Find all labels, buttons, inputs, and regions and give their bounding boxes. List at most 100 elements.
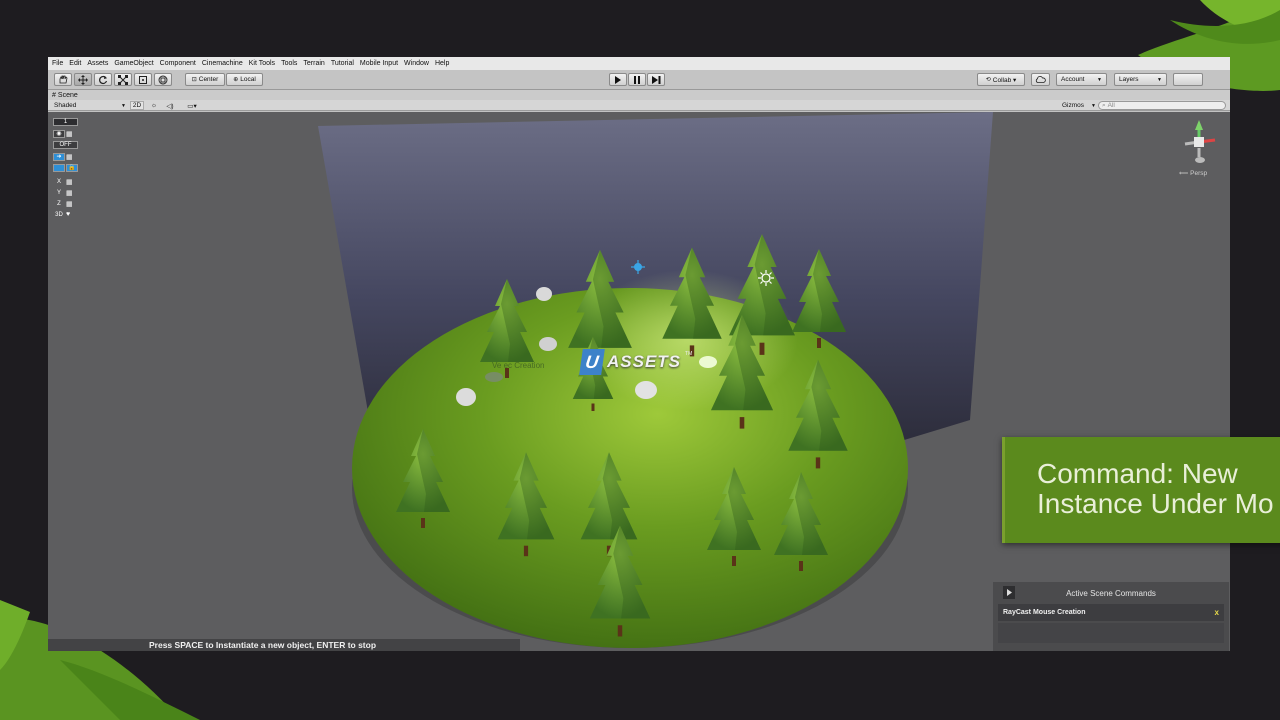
close-command-button[interactable]: x <box>1215 608 1219 617</box>
lighting-toggle[interactable]: ☼ <box>148 101 160 110</box>
logo-u-badge: U <box>579 349 605 375</box>
axis-x-toggle[interactable]: X ▦ <box>53 177 79 186</box>
account-label: Account <box>1061 76 1085 83</box>
persp-text: Persp <box>1190 170 1208 177</box>
menu-mobile-input[interactable]: Mobile Input <box>360 60 398 67</box>
search-placeholder: All <box>1107 102 1115 109</box>
axis-z-toggle[interactable]: Z ▦ <box>53 199 79 208</box>
eye-icon: ◉ <box>53 129 65 138</box>
menu-window[interactable]: Window <box>404 60 429 67</box>
caption-text: Command: New Instance Under Mo <box>1037 459 1274 519</box>
globe-icon: ⊕ <box>233 77 239 83</box>
collab-label: Collab ▾ <box>992 76 1017 84</box>
status-message: Press SPACE to Instantiate a new object,… <box>149 640 377 650</box>
scene-search-input[interactable]: ⌕ All <box>1098 101 1226 110</box>
chevron-down-icon: ▼ <box>1157 76 1162 83</box>
axis-z-label: Z <box>57 200 61 207</box>
command-row[interactable]: RayCast Mouse Creation x <box>998 604 1224 621</box>
rect-icon <box>139 75 147 84</box>
layout-dropdown[interactable] <box>1173 73 1203 86</box>
rotate-icon <box>99 75 108 84</box>
pause-button[interactable] <box>628 73 646 86</box>
collab-dropdown[interactable]: ⟲ Collab ▾ <box>977 73 1025 86</box>
arrow-toggle[interactable]: ➜ ▦ <box>53 152 79 161</box>
pivot-center-button[interactable]: ⊡ Center <box>185 73 225 86</box>
logo-word: ASSETS <box>607 352 682 371</box>
play-button[interactable] <box>609 73 627 86</box>
menu-kit-tools[interactable]: Kit Tools <box>249 60 275 67</box>
layers-label: Layers <box>1119 76 1139 83</box>
scene-tab-bar: # Scene <box>48 90 1230 100</box>
scale-icon <box>118 74 128 85</box>
grid-icon: ▦ <box>66 200 73 208</box>
off-toggle[interactable]: OFF <box>53 140 79 149</box>
transform-tool-button[interactable] <box>154 73 172 86</box>
axis-x-label: X <box>56 178 61 185</box>
menu-cinemachine[interactable]: Cinemachine <box>202 60 243 67</box>
persp-arrow-icon: ⟸ <box>1179 170 1189 177</box>
menu-tools[interactable]: Tools <box>281 60 297 67</box>
command-panel-title: Active Scene Commands <box>1066 588 1156 598</box>
transform-icon <box>158 75 168 84</box>
step-button[interactable] <box>647 73 665 86</box>
visibility-toggle[interactable]: ◉ ▦ <box>53 129 79 138</box>
lock-icon: 🔒 <box>66 163 78 172</box>
3d-toggle[interactable]: 3D ♥ <box>53 210 79 219</box>
menu-edit[interactable]: Edit <box>69 60 81 67</box>
gizmos-dropdown[interactable]: Gizmos ▼ <box>1062 101 1096 110</box>
menu-help[interactable]: Help <box>435 60 449 67</box>
u-assets-logo: U ASSETS TM <box>579 349 693 375</box>
pivot-space-button[interactable]: ⊕ Local <box>226 73 263 86</box>
menu-bar: File Edit Assets GameObject Component Ci… <box>48 57 1230 70</box>
shading-mode-dropdown[interactable]: Shaded ▼ <box>54 101 126 110</box>
scene-tab-label: Scene <box>57 91 78 99</box>
persp-label[interactable]: ⟸ Persp <box>1179 169 1207 177</box>
move-tool-button[interactable] <box>74 73 92 86</box>
chevron-down-icon: ▼ <box>1091 102 1096 109</box>
active-scene-commands-panel: Active Scene Commands RayCast Mouse Crea… <box>993 582 1229 651</box>
orientation-gizmo-icon[interactable] <box>1184 120 1216 163</box>
logo-trademark: TM <box>685 351 693 357</box>
audio-toggle[interactable]: ◁) <box>164 101 176 110</box>
2d-toggle[interactable]: 2D <box>130 101 144 110</box>
caption-banner: Command: New Instance Under Mo <box>1002 437 1280 543</box>
axis-y-toggle[interactable]: Y ▦ <box>53 188 79 197</box>
search-icon: ⌕ <box>1102 101 1106 109</box>
menu-assets[interactable]: Assets <box>87 60 108 67</box>
menu-gameobject[interactable]: GameObject <box>114 60 153 67</box>
shading-mode-label: Shaded <box>54 102 77 109</box>
video-frame: File Edit Assets GameObject Component Ci… <box>0 0 1280 720</box>
arrow-right-icon: ➜ <box>53 152 65 161</box>
scene-viewport[interactable]: 🔒 U ASSETS TM Ve ec Creation 1 ◉ ▦ OFF <box>48 112 1230 651</box>
grid-icon: ▦ <box>66 178 73 186</box>
hand-icon <box>59 75 68 84</box>
pivot-label: Center <box>198 76 219 83</box>
command-panel-icon <box>1003 586 1015 599</box>
off-label: OFF <box>59 141 72 148</box>
main-toolbar: ⊡ Center ⊕ Local ⟲ Collab ▾ Account ▼ La… <box>48 70 1230 90</box>
scene-grid-icon: # <box>52 91 56 99</box>
command-name: RayCast Mouse Creation <box>1003 609 1086 616</box>
rect-tool-button[interactable] <box>134 73 152 86</box>
cloud-icon <box>1035 76 1046 83</box>
speaker-icon: ◁) <box>166 102 174 110</box>
effects-dropdown[interactable]: ▭▾ <box>182 101 202 110</box>
rotate-tool-button[interactable] <box>94 73 112 86</box>
scale-tool-button[interactable] <box>114 73 132 86</box>
hand-tool-button[interactable] <box>54 73 72 86</box>
cloud-button[interactable] <box>1031 73 1050 86</box>
menu-file[interactable]: File <box>52 60 63 67</box>
2d-label: 2D <box>132 102 142 109</box>
account-dropdown[interactable]: Account ▼ <box>1056 73 1107 86</box>
collab-icon: ⟲ <box>985 77 991 83</box>
step-icon <box>651 75 660 84</box>
status-bar: Press SPACE to Instantiate a new object,… <box>48 639 520 651</box>
tab-scene[interactable]: # Scene <box>52 90 78 100</box>
level-indicator[interactable]: 1 <box>53 117 79 126</box>
menu-terrain[interactable]: Terrain <box>303 60 324 67</box>
menu-tutorial[interactable]: Tutorial <box>331 60 354 67</box>
layers-dropdown[interactable]: Layers ▼ <box>1114 73 1167 86</box>
menu-component[interactable]: Component <box>160 60 196 67</box>
pivot-icon: ⊡ <box>191 77 197 83</box>
lock-toggle[interactable]: 🔒 <box>53 163 79 172</box>
